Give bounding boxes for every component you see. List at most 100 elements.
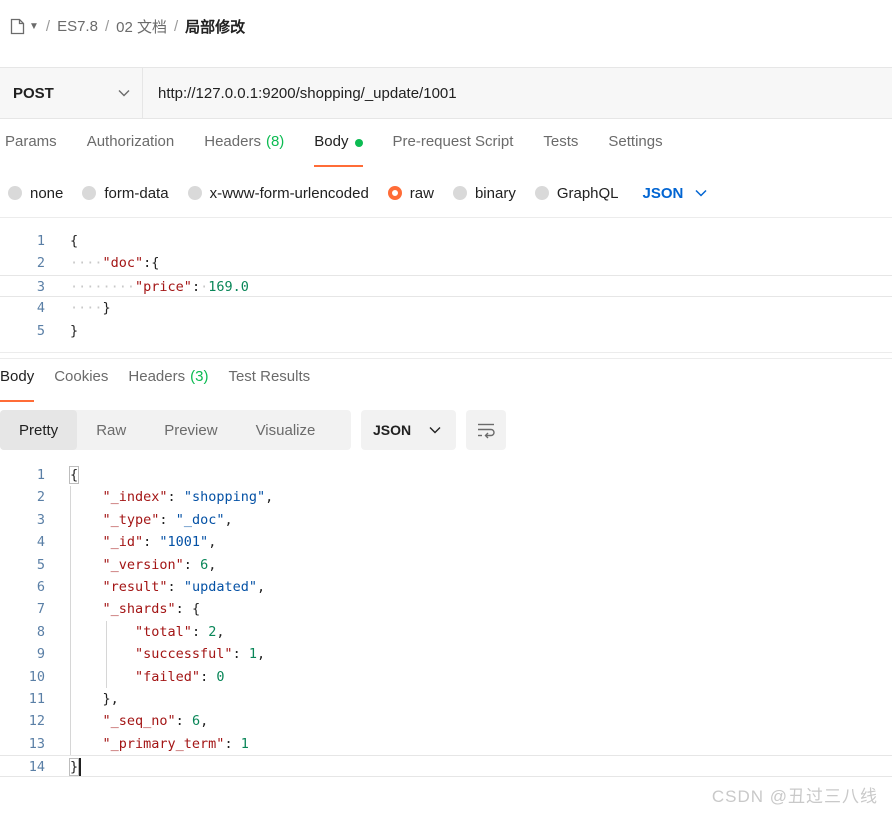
code-token: "1001" <box>159 534 209 551</box>
radio-circle[interactable] <box>82 186 97 200</box>
code-token: "price" <box>135 278 192 295</box>
code-line: 5 "_version": 6, <box>0 554 892 576</box>
response-tabs: Body Cookies Headers (3) Test Results <box>0 368 310 402</box>
code-token: "_doc" <box>175 511 225 528</box>
tab-label: Body <box>314 133 349 150</box>
code-line: 2 ····"doc":{ <box>0 252 892 274</box>
chevron-down-icon <box>429 427 441 434</box>
code-line-current: 3 ········"price":·169.0 <box>0 274 892 298</box>
chevron-down-icon <box>695 189 707 197</box>
response-format-select[interactable]: JSON <box>361 410 456 450</box>
whitespace-marker: ········ <box>70 278 136 295</box>
view-mode-segmented: Pretty Raw Preview Visualize <box>0 410 351 450</box>
code-token: "updated" <box>183 578 257 595</box>
tab-test-results[interactable]: Test Results <box>228 368 310 402</box>
line-number: 13 <box>28 735 45 752</box>
radio-form-data[interactable]: form-data <box>82 185 169 202</box>
view-mode-pretty[interactable]: Pretty <box>0 410 78 450</box>
code-token: } <box>68 758 80 777</box>
code-line: 2 "_index": "shopping", <box>0 486 892 508</box>
tab-label: Cookies <box>54 368 109 385</box>
radio-x-www-form-urlencoded[interactable]: x-www-form-urlencoded <box>187 185 369 202</box>
line-number: 2 <box>36 255 45 272</box>
tab-params[interactable]: Params <box>5 133 57 167</box>
code-token: "_primary_term" <box>102 735 225 752</box>
code-token: } <box>70 322 79 339</box>
code-token: "_seq_no" <box>102 713 176 730</box>
radio-label: raw <box>409 184 434 202</box>
breadcrumb-separator: / <box>45 17 51 35</box>
code-token: { <box>191 601 201 618</box>
code-line: 8 "total": 2, <box>0 621 892 643</box>
response-body-viewer[interactable]: 1{ 2 "_index": "shopping", 3 "_type": "_… <box>0 464 892 778</box>
method-select[interactable]: POST <box>0 68 143 118</box>
code-token: 1 <box>248 646 257 663</box>
breadcrumb-folder[interactable]: 02 文档 <box>116 16 167 37</box>
tab-response-body[interactable]: Body <box>0 368 35 402</box>
tab-label: Settings <box>608 133 663 150</box>
code-line: 13 "_primary_term": 1 <box>0 733 892 755</box>
tab-label: Pre-request Script <box>392 133 514 150</box>
code-token: { <box>151 255 160 272</box>
headers-count-badge: (8) <box>265 133 285 150</box>
line-number: 5 <box>36 322 45 339</box>
tab-settings[interactable]: Settings <box>608 133 662 167</box>
document-icon[interactable] <box>10 18 25 35</box>
code-line: 6 "result": "updated", <box>0 576 892 598</box>
tab-response-cookies[interactable]: Cookies <box>54 368 108 402</box>
breadcrumb-request[interactable]: 局部修改 <box>185 16 245 37</box>
body-indicator-dot <box>354 139 363 147</box>
code-line: 4 ····} <box>0 297 892 319</box>
tab-authorization[interactable]: Authorization <box>87 133 175 167</box>
radio-binary[interactable]: binary <box>452 185 516 202</box>
radio-circle[interactable] <box>534 186 549 200</box>
code-token: } <box>102 690 111 707</box>
radio-circle-selected[interactable] <box>387 186 402 200</box>
wrap-lines-button[interactable] <box>466 410 506 450</box>
response-toolbar: Pretty Raw Preview Visualize JSON <box>0 410 506 450</box>
tab-label: Params <box>5 133 57 150</box>
view-mode-visualize[interactable]: Visualize <box>237 410 335 450</box>
radio-circle[interactable] <box>8 186 22 200</box>
tab-body[interactable]: Body <box>314 133 363 167</box>
whitespace-marker: ···· <box>70 255 103 272</box>
radio-none[interactable]: none <box>8 185 63 202</box>
line-number: 10 <box>28 668 45 685</box>
view-mode-preview[interactable]: Preview <box>145 410 236 450</box>
code-token: 6 <box>200 556 209 573</box>
line-number: 1 <box>36 467 45 483</box>
request-body-editor[interactable]: 1{ 2 ····"doc":{ 3 ········"price":·169.0 … <box>0 230 892 342</box>
radio-label: none <box>30 184 64 202</box>
line-number: 5 <box>36 556 45 573</box>
tab-response-headers[interactable]: Headers (3) <box>128 368 208 402</box>
code-line: 4 "_id": "1001", <box>0 531 892 553</box>
code-line: 5} <box>0 320 892 342</box>
code-line-current: 14} <box>0 755 892 778</box>
code-token: 169.0 <box>208 278 249 295</box>
tab-headers[interactable]: Headers (8) <box>204 133 284 167</box>
breadcrumb: ▼ / ES7.8 / 02 文档 / 局部修改 <box>10 12 245 40</box>
code-token: 6 <box>191 713 201 730</box>
request-tabs: Params Authorization Headers (8) Body Pre… <box>5 133 663 167</box>
raw-format-label: JSON <box>642 184 684 202</box>
code-line: 1{ <box>0 464 892 486</box>
radio-circle[interactable] <box>452 186 467 200</box>
tab-tests[interactable]: Tests <box>543 133 578 167</box>
code-token: "result" <box>102 578 168 595</box>
line-number: 11 <box>28 690 45 707</box>
body-type-options: none form-data x-www-form-urlencoded raw… <box>8 182 707 204</box>
radio-graphql[interactable]: GraphQL <box>534 185 619 202</box>
url-input[interactable]: http://127.0.0.1:9200/shopping/_update/1… <box>143 68 457 118</box>
tab-label: Tests <box>543 133 579 150</box>
raw-format-select[interactable]: JSON <box>643 185 708 202</box>
radio-raw[interactable]: raw <box>387 184 434 202</box>
radio-circle[interactable] <box>187 186 202 200</box>
code-line: 7 "_shards": { <box>0 598 892 620</box>
breadcrumb-collection[interactable]: ES7.8 <box>57 18 98 35</box>
request-url-bar: POST http://127.0.0.1:9200/shopping/_upd… <box>0 67 892 119</box>
view-mode-raw[interactable]: Raw <box>77 410 145 450</box>
tab-pre-request-script[interactable]: Pre-request Script <box>393 133 514 167</box>
code-line: 12 "_seq_no": 6, <box>0 710 892 732</box>
caret-down-icon[interactable]: ▼ <box>29 21 39 32</box>
line-number: 3 <box>36 278 45 295</box>
